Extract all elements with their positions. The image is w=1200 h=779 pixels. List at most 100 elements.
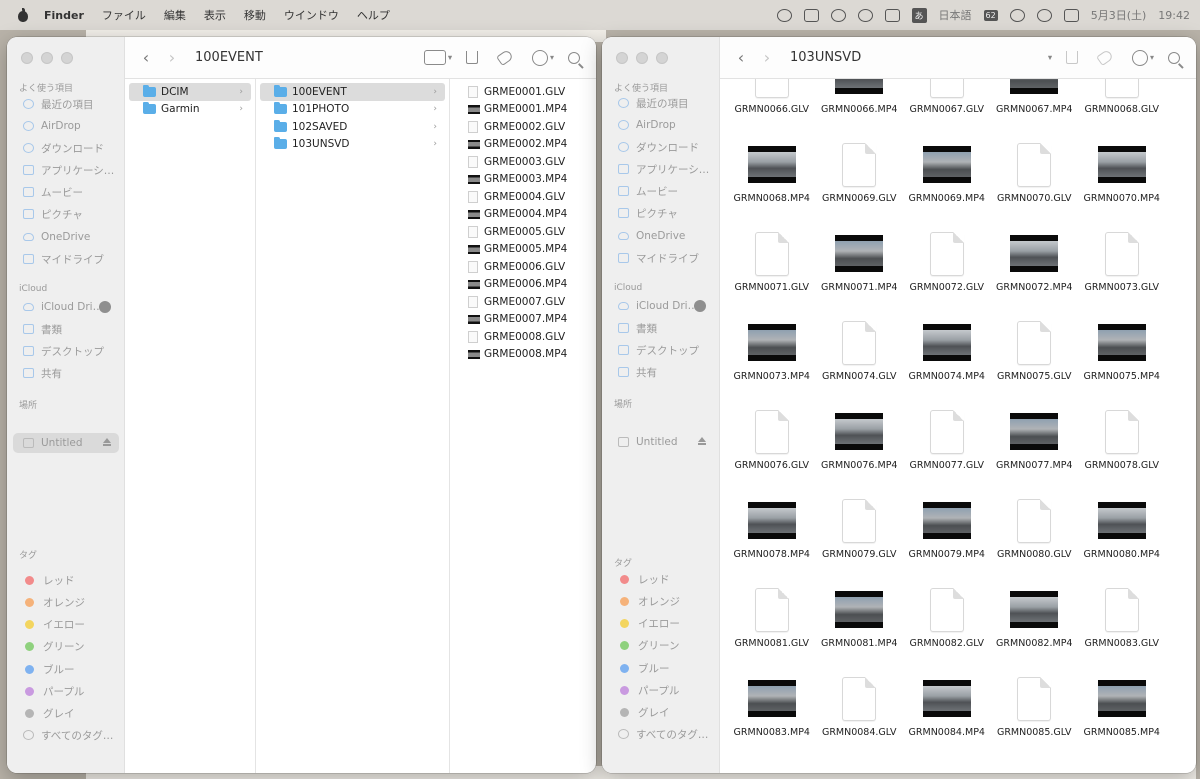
zoom-button[interactable]	[61, 52, 73, 64]
share-icon[interactable]	[1065, 51, 1078, 64]
file-item[interactable]: GRMN0070.GLV	[991, 121, 1079, 210]
file-row[interactable]: GRME0002.MP4	[454, 136, 592, 154]
sidebar-tag-yellow[interactable]: イエロー	[608, 613, 714, 633]
sidebar-tag-orange[interactable]: オレンジ	[608, 591, 714, 611]
search-icon[interactable]	[1168, 51, 1180, 64]
file-item[interactable]: GRMN0081.GLV	[728, 566, 816, 655]
wechat-icon[interactable]	[830, 8, 846, 22]
file-item[interactable]: GRMN0080.GLV	[991, 477, 1079, 566]
share-icon[interactable]	[465, 51, 478, 64]
file-item[interactable]: GRMN0068.MP4	[728, 121, 816, 210]
file-item[interactable]: GRMN0084.MP4	[903, 655, 991, 744]
finder-window-100event[interactable]: よく使う項目 最近の項目 AirDrop ダウンロード アプリケーシ… ムービー…	[7, 37, 596, 773]
file-row[interactable]: GRME0004.GLV	[454, 188, 592, 206]
file-item[interactable]: GRMN0085.MP4	[1078, 655, 1166, 744]
tag-icon[interactable]	[1096, 48, 1114, 67]
menu-file[interactable]: ファイル	[102, 7, 146, 23]
menu-window[interactable]: ウインドウ	[284, 7, 339, 23]
file-row[interactable]: GRME0006.GLV	[454, 258, 592, 276]
sidebar-item-downloads[interactable]: ダウンロード	[608, 137, 714, 157]
file-row[interactable]: GRME0002.GLV	[454, 118, 592, 136]
file-item[interactable]: GRMN0076.GLV	[728, 388, 816, 477]
screen-mirroring-icon[interactable]	[884, 8, 900, 22]
more-menu-chevron-icon[interactable]: ▾	[550, 53, 554, 62]
group-menu-chevron-icon[interactable]: ▾	[1048, 53, 1052, 62]
file-row[interactable]: GRME0005.GLV	[454, 223, 592, 241]
file-item[interactable]: GRMN0070.MP4	[1078, 121, 1166, 210]
control-center-icon[interactable]	[1063, 8, 1079, 22]
file-item[interactable]: GRMN0069.GLV	[816, 121, 904, 210]
file-row[interactable]: GRME0001.GLV	[454, 83, 592, 101]
more-icon[interactable]	[531, 49, 548, 66]
minimize-button[interactable]	[636, 52, 648, 64]
search-icon[interactable]	[568, 51, 580, 64]
finder-window-103unsvd[interactable]: よく使う項目 最近の項目 AirDrop ダウンロード アプリケーシ… ムービー…	[602, 37, 1196, 773]
sidebar-tag-orange[interactable]: オレンジ	[13, 592, 119, 612]
menubar-time[interactable]: 19:42	[1158, 9, 1190, 22]
play-icon[interactable]	[857, 8, 873, 22]
file-item[interactable]: GRMN0077.MP4	[991, 388, 1079, 477]
creative-cloud-icon[interactable]	[776, 8, 792, 22]
file-item[interactable]: GRMN0079.MP4	[903, 477, 991, 566]
sidebar-item-documents[interactable]: 書類	[13, 319, 119, 339]
file-item[interactable]: GRMN0068.GLV	[1078, 79, 1166, 121]
sidebar-item-shared[interactable]: 共有	[13, 363, 119, 383]
file-item[interactable]: GRMN0074.MP4	[903, 299, 991, 388]
sidebar-tag-gray[interactable]: グレイ	[13, 703, 119, 723]
file-item[interactable]: GRMN0075.MP4	[1078, 299, 1166, 388]
sidebar-item-icloud-drive[interactable]: iCloud Dri…	[608, 296, 714, 316]
file-item[interactable]: GRMN0085.GLV	[991, 655, 1079, 744]
file-item[interactable]: GRMN0072.GLV	[903, 210, 991, 299]
file-item[interactable]: GRMN0075.GLV	[991, 299, 1079, 388]
file-row[interactable]: GRME0007.MP4	[454, 311, 592, 329]
sidebar-tag-yellow[interactable]: イエロー	[13, 614, 119, 634]
file-item[interactable]: GRMN0084.GLV	[816, 655, 904, 744]
sidebar-tag-red[interactable]: レッド	[608, 569, 714, 589]
sidebar-item-recents[interactable]: 最近の項目	[13, 94, 119, 114]
sidebar-item-airdrop[interactable]: AirDrop	[13, 116, 119, 136]
column-item-101photo[interactable]: 101PHOTO ›	[260, 101, 445, 119]
menu-app-finder[interactable]: Finder	[44, 9, 84, 22]
back-icon[interactable]: ‹	[135, 48, 157, 67]
file-item[interactable]: GRMN0081.MP4	[816, 566, 904, 655]
file-item[interactable]: GRMN0078.GLV	[1078, 388, 1166, 477]
file-item[interactable]: GRMN0073.GLV	[1078, 210, 1166, 299]
file-item[interactable]: GRMN0067.GLV	[903, 79, 991, 121]
file-item[interactable]: GRMN0083.MP4	[728, 655, 816, 744]
file-row[interactable]: GRME0004.MP4	[454, 206, 592, 224]
apple-icon[interactable]	[16, 8, 30, 22]
menu-edit[interactable]: 編集	[164, 7, 186, 23]
file-item[interactable]: GRMN0072.MP4	[991, 210, 1079, 299]
file-item[interactable]: GRMN0074.GLV	[816, 299, 904, 388]
sidebar-tag-green[interactable]: グリーン	[13, 636, 119, 656]
file-item[interactable]: GRMN0080.MP4	[1078, 477, 1166, 566]
sidebar-all-tags[interactable]: すべてのタグ…	[13, 725, 119, 745]
file-row[interactable]: GRME0003.MP4	[454, 171, 592, 189]
file-item[interactable]: GRMN0073.MP4	[728, 299, 816, 388]
file-item[interactable]: GRMN0078.MP4	[728, 477, 816, 566]
column-view-icon[interactable]	[423, 50, 446, 65]
minimize-button[interactable]	[41, 52, 53, 64]
google-drive-icon[interactable]	[803, 8, 819, 22]
menu-help[interactable]: ヘルプ	[357, 7, 390, 23]
file-row[interactable]: GRME0008.MP4	[454, 346, 592, 364]
close-button[interactable]	[21, 52, 33, 64]
file-item[interactable]: GRMN0069.MP4	[903, 121, 991, 210]
sidebar-tag-red[interactable]: レッド	[13, 570, 119, 590]
sidebar-item-movies[interactable]: ムービー	[13, 182, 119, 202]
file-item[interactable]: GRMN0082.MP4	[991, 566, 1079, 655]
sidebar-item-recents[interactable]: 最近の項目	[608, 93, 714, 113]
column-item-100event[interactable]: 100EVENT ›	[260, 83, 445, 101]
file-item[interactable]: GRMN0077.GLV	[903, 388, 991, 477]
sidebar-item-pictures[interactable]: ピクチャ	[608, 203, 714, 223]
input-method-label[interactable]: 日本語	[939, 7, 972, 23]
file-row[interactable]: GRME0005.MP4	[454, 241, 592, 259]
group-menu-chevron-icon[interactable]: ▾	[448, 53, 452, 62]
more-icon[interactable]	[1131, 49, 1148, 66]
file-row[interactable]: GRME0007.GLV	[454, 293, 592, 311]
sidebar-tag-blue[interactable]: ブルー	[608, 658, 714, 678]
more-menu-chevron-icon[interactable]: ▾	[1150, 53, 1154, 62]
tag-icon[interactable]	[496, 48, 514, 67]
sidebar-item-icloud-drive[interactable]: iCloud Dri…	[13, 297, 119, 317]
file-row[interactable]: GRME0003.GLV	[454, 153, 592, 171]
